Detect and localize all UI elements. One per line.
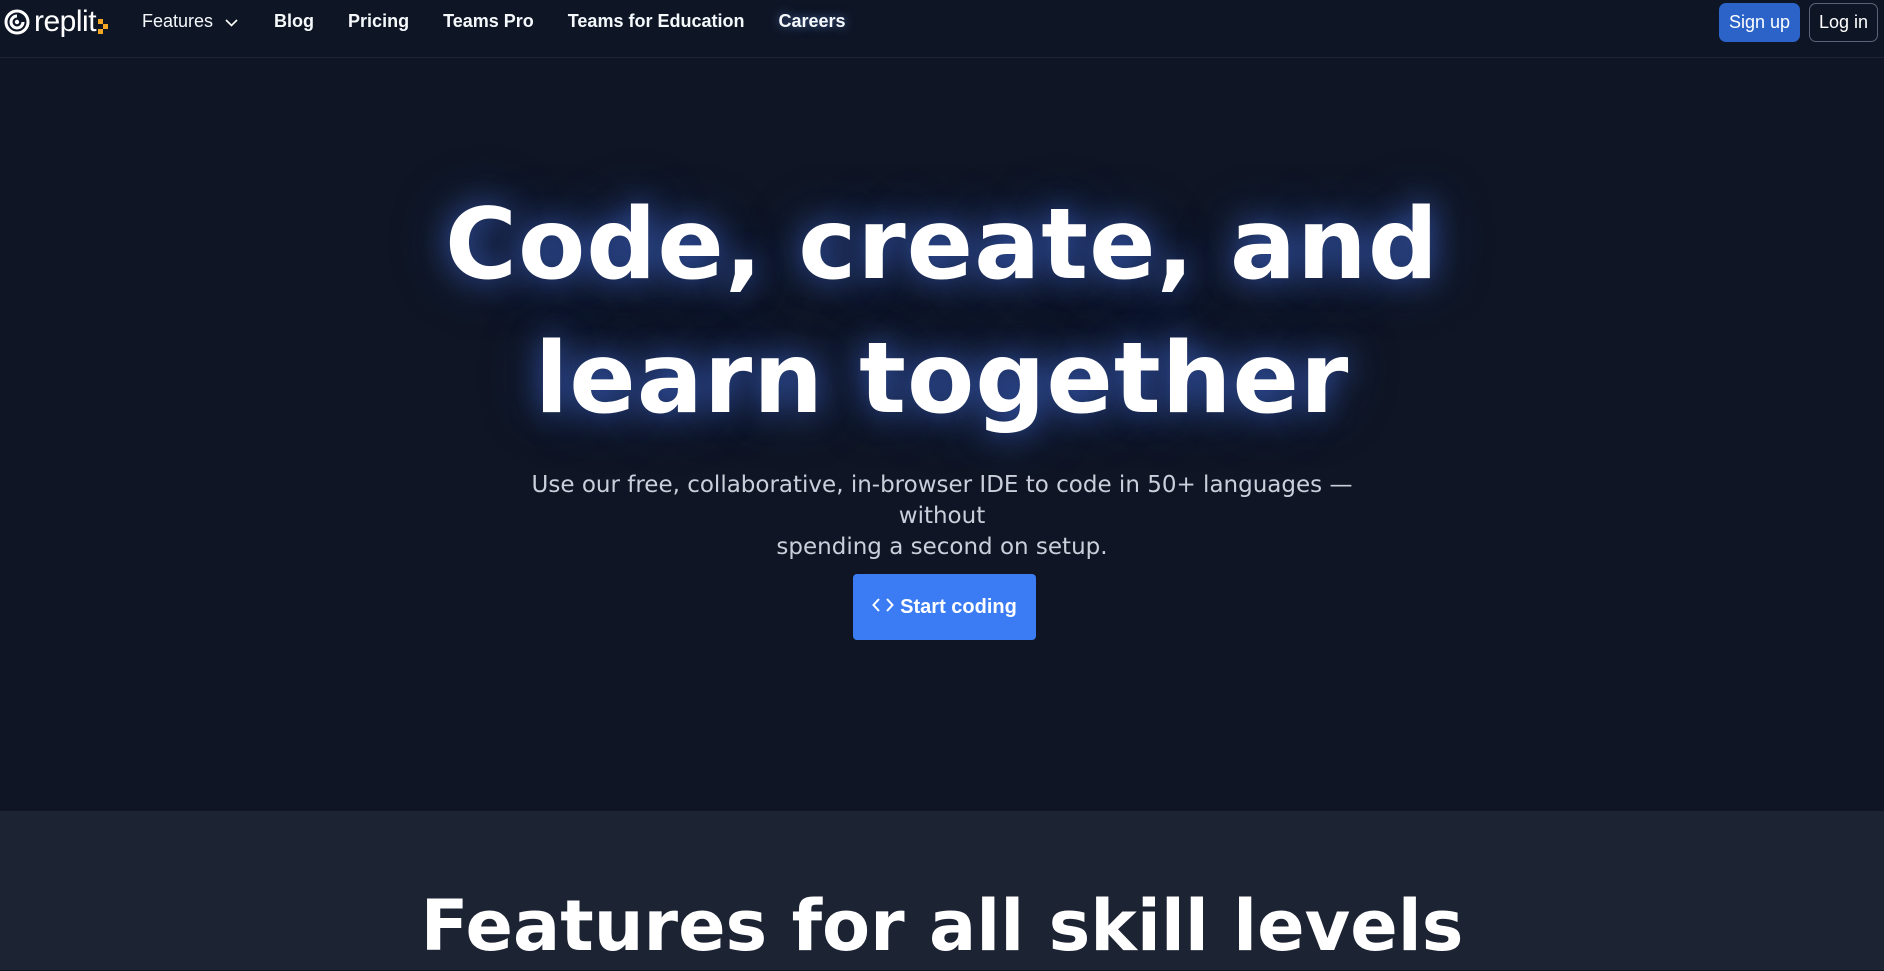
features-section: Features for all skill levels: [0, 811, 1884, 970]
nav-item-label: Careers: [778, 10, 846, 31]
logo-text: replit: [34, 5, 97, 38]
nav-links: Features Blog Pricing Teams Pro Teams fo…: [142, 0, 880, 42]
hero-subtitle: Use our free, collaborative, in-browser …: [492, 470, 1392, 563]
nav-item-blog[interactable]: Blog: [274, 11, 314, 32]
log-in-button[interactable]: Log in: [1809, 3, 1878, 42]
start-coding-label: Start coding: [900, 595, 1017, 618]
hero-title: Code, create, and learn together: [0, 178, 1884, 446]
nav-item-label: Blog: [274, 10, 315, 31]
nav-item-label: Features: [142, 10, 214, 31]
chevron-down-icon: [225, 11, 238, 32]
nav-item-teams-for-education[interactable]: Teams for Education: [568, 11, 745, 32]
replit-logo[interactable]: replit: [4, 6, 110, 38]
start-coding-button[interactable]: Start coding: [853, 574, 1036, 640]
nav-item-careers[interactable]: Careers: [778, 11, 845, 32]
logo-accent-icon: [98, 19, 110, 34]
hero-title-line: learn together: [534, 322, 1350, 436]
nav-item-pricing[interactable]: Pricing: [348, 11, 409, 32]
sign-up-button[interactable]: Sign up: [1719, 3, 1800, 42]
nav-item-label: Teams Pro: [443, 10, 534, 31]
top-navbar: replit Features Blog Pricing Teams Pro T…: [0, 0, 1884, 58]
hero-section: Code, create, and learn together Use our…: [0, 58, 1884, 811]
features-title: Features for all skill levels: [420, 885, 1464, 967]
nav-item-label: Pricing: [348, 10, 410, 31]
hero-subtitle-line: spending a second on setup.: [776, 534, 1108, 560]
nav-item-features[interactable]: Features: [142, 11, 238, 32]
nav-item-teams-pro[interactable]: Teams Pro: [443, 11, 534, 32]
replit-logo-icon: [4, 9, 30, 35]
hero-subtitle-line: Use our free, collaborative, in-browser …: [531, 472, 1353, 529]
hero-title-line: Code, create, and: [445, 188, 1439, 302]
nav-item-label: Teams for Education: [567, 10, 745, 31]
code-brackets-icon: [872, 596, 895, 619]
